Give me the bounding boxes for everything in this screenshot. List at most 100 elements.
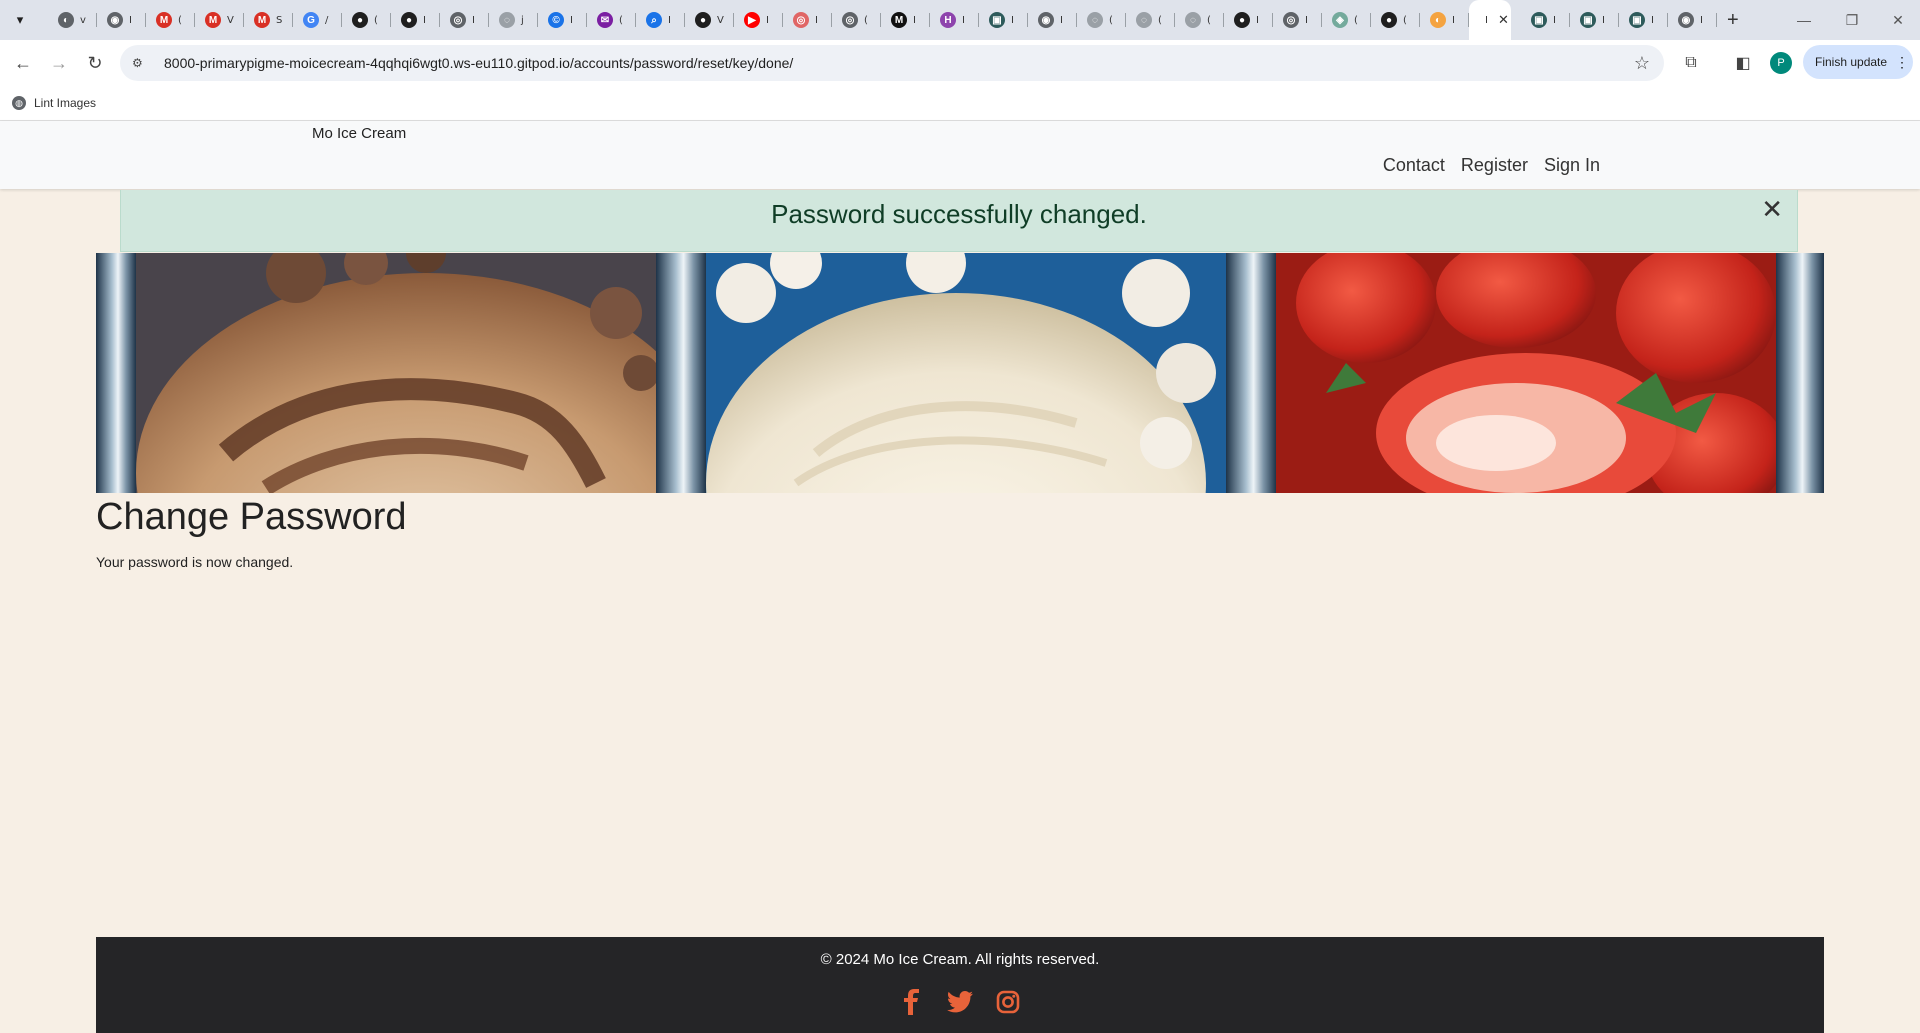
tab-4[interactable]: MS [244,0,293,40]
window-close-button[interactable]: ✕ [1874,0,1920,40]
site-footer: © 2024 Mo Ice Cream. All rights reserved… [96,937,1824,1033]
tab-title: I [1452,14,1455,26]
nav-links: Contact Register Sign In [1383,155,1600,176]
github-icon: ● [1381,12,1397,28]
address-bar[interactable]: ⚙ 8000-primarypigme-moicecream-4qqhqi6wg… [120,45,1664,81]
instagram-icon[interactable] [995,989,1021,1015]
tab-16[interactable]: ◎( [832,0,881,40]
tab-20[interactable]: ◉ I [1028,0,1077,40]
tab-8[interactable]: ◎ I [440,0,489,40]
tab-0[interactable]: ◐ v [48,0,97,40]
tab-title: I [1602,14,1605,26]
footer-copyright: © 2024 Mo Ice Cream. All rights reserved… [820,951,1100,968]
tab-24[interactable]: ● I [1224,0,1273,40]
tab-12[interactable]: ⌕ I [636,0,685,40]
tab-17[interactable]: MI [881,0,930,40]
forward-button[interactable]: → [42,46,76,80]
tab-title: ( [1207,14,1211,26]
tab-title: I [1011,14,1014,26]
gmail-icon: M [254,12,270,28]
tab-11[interactable]: ✉( [587,0,636,40]
settings-icon: ◎ [450,12,466,28]
tab-after-1[interactable]: ▣ I [1570,0,1619,40]
extensions-icon[interactable]: ⧉ [1676,48,1706,78]
image-icon: ▣ [1580,12,1596,28]
tab-title: S [276,14,283,26]
nav-contact[interactable]: Contact [1383,155,1445,176]
side-panel-icon[interactable]: ◧ [1728,48,1758,78]
site-settings-icon[interactable]: ⚙ [132,56,152,70]
tab-28[interactable]: ◐ I [1420,0,1469,40]
tab-after-0[interactable]: ▣ I [1521,0,1570,40]
bookmark-label: Lint Images [34,96,97,110]
bookmark-star-icon[interactable]: ☆ [1634,53,1650,74]
github-icon: ● [695,12,711,28]
tab-title: I [1700,14,1703,26]
tab-title: ( [1403,14,1407,26]
tab-title: V [717,14,724,26]
tab-title: I [815,14,818,26]
tab-13[interactable]: ● V [685,0,734,40]
image-icon: ▣ [989,12,1005,28]
settings-icon: ◎ [1283,12,1299,28]
image-icon: ▣ [1531,12,1547,28]
reload-button[interactable]: ↻ [78,46,112,80]
tab-title: ( [1354,14,1358,26]
close-icon[interactable]: ✕ [1761,194,1783,225]
tab-6[interactable]: ●( [342,0,391,40]
tab-search-button[interactable]: ▾ [6,6,34,34]
tab-5[interactable]: G / [293,0,342,40]
medium-icon: M [891,12,907,28]
tab-list-after: ▣ I ▣ I ▣ I ◉ I [1521,0,1717,40]
nav-register[interactable]: Register [1461,155,1528,176]
gmail-icon: M [156,12,172,28]
tab-title: V [227,14,234,26]
site-brand[interactable]: Mo Ice Cream [312,125,406,142]
tab-27[interactable]: ●( [1371,0,1420,40]
finish-update-button[interactable]: Finish update ⋮ [1803,45,1913,79]
tab-22[interactable]: ◌( [1126,0,1175,40]
tab-2[interactable]: M( [146,0,195,40]
tab-14[interactable]: ▶ I [734,0,783,40]
facebook-icon[interactable] [899,989,925,1015]
google-icon: G [303,12,319,28]
tab-title: I [1553,14,1556,26]
twitter-icon[interactable] [947,989,973,1015]
browser-toolbar: ← → ↻ ⚙ 8000-primarypigme-moicecream-4qq… [0,40,1920,86]
tab-title: I [1256,14,1259,26]
youtube-icon: ▶ [744,12,760,28]
tab-title: I [962,14,965,26]
restore-button[interactable]: ❐ [1828,0,1876,40]
tab-21[interactable]: ◌( [1077,0,1126,40]
settings-icon: ◎ [842,12,858,28]
tab-19[interactable]: ▣ I [979,0,1028,40]
close-icon[interactable]: ✕ [1498,12,1509,28]
tab-23[interactable]: ◌( [1175,0,1224,40]
tab-1[interactable]: ◉ I [97,0,146,40]
new-tab-button[interactable]: + [1727,9,1739,32]
tab-25[interactable]: ◎ I [1273,0,1322,40]
more-menu-icon[interactable]: ⋮ [1895,54,1909,71]
minimize-button[interactable]: — [1780,0,1828,40]
tab-3[interactable]: MV [195,0,244,40]
search-icon: ⌕ [646,12,662,28]
profile-avatar[interactable]: P [1770,52,1792,74]
tab-26[interactable]: ◈( [1322,0,1371,40]
back-button[interactable]: ← [6,46,40,80]
copyright-icon: © [548,12,564,28]
gmail-icon: M [205,12,221,28]
tab-title: ( [1158,14,1162,26]
tab-active[interactable]: I ✕ [1469,0,1511,40]
tab-18[interactable]: HI [930,0,979,40]
tab-title: I [472,14,475,26]
tab-after-2[interactable]: ▣ I [1619,0,1668,40]
nav-signin[interactable]: Sign In [1544,155,1600,176]
tab-7[interactable]: ● I [391,0,440,40]
tab-10[interactable]: © I [538,0,587,40]
tab-9[interactable]: ◌ j [489,0,538,40]
tab-after-3[interactable]: ◉ I [1668,0,1717,40]
tab-title: I [1305,14,1308,26]
tab-15[interactable]: ◎ I [783,0,832,40]
url-text[interactable]: 8000-primarypigme-moicecream-4qqhqi6wgt0… [164,55,793,71]
bookmark-lint-images[interactable]: ◍ Lint Images [12,96,96,110]
